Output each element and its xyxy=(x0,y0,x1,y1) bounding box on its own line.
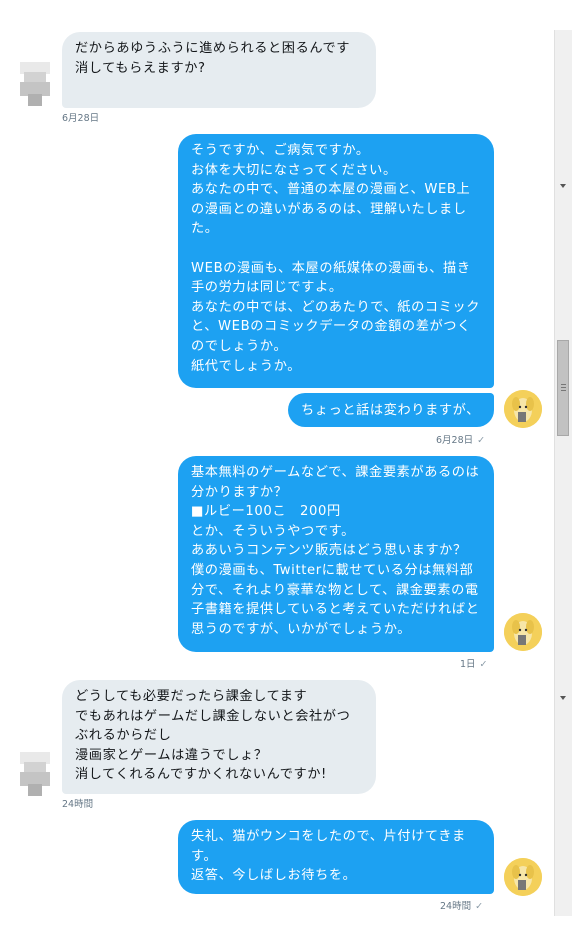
scroll-down-arrow-icon[interactable] xyxy=(560,696,566,700)
message-outgoing[interactable]: 失礼、猫がウンコをしたので、片付けてきます。 返答、今しばしお待ちを。 xyxy=(178,820,494,894)
message-timestamp: 6月28日 xyxy=(62,113,100,124)
read-check-icon: ✓ xyxy=(475,901,484,912)
contact-avatar[interactable] xyxy=(20,62,50,108)
message-outgoing[interactable]: 基本無料のゲームなどで、課金要素があるのは分かりますか？ ■ルビー100こ 20… xyxy=(178,456,494,652)
message-incoming[interactable]: どうしても必要だったら課金してます でもあれはゲームだし課金しないと会社がつぶれ… xyxy=(62,680,376,794)
message-timestamp: 6月28日 ✓ xyxy=(436,435,486,446)
read-check-icon: ✓ xyxy=(477,435,486,446)
contact-avatar[interactable] xyxy=(20,752,50,798)
dog-avatar-icon xyxy=(504,613,542,651)
message-timestamp: 1日 ✓ xyxy=(460,659,488,670)
dog-avatar-icon xyxy=(504,858,542,896)
read-check-icon: ✓ xyxy=(479,659,488,670)
message-incoming[interactable]: だからあゆうふうに進められると困るんです 消してもらえますか? xyxy=(62,32,376,108)
message-timestamp: 24時間 xyxy=(62,799,94,810)
user-avatar[interactable] xyxy=(504,858,542,896)
user-avatar[interactable] xyxy=(504,390,542,428)
message-outgoing[interactable]: そうですか、ご病気ですか。 お体を大切になさってください。 あなたの中で、普通の… xyxy=(178,134,494,388)
scrollbar[interactable] xyxy=(554,30,572,916)
user-avatar[interactable] xyxy=(504,613,542,651)
message-timestamp: 24時間 ✓ xyxy=(440,901,484,912)
scrollbar-thumb[interactable] xyxy=(557,340,569,436)
message-outgoing[interactable]: ちょっと話は変わりますが、 xyxy=(288,393,494,427)
dog-avatar-icon xyxy=(504,390,542,428)
scroll-up-arrow-icon[interactable] xyxy=(560,184,566,188)
